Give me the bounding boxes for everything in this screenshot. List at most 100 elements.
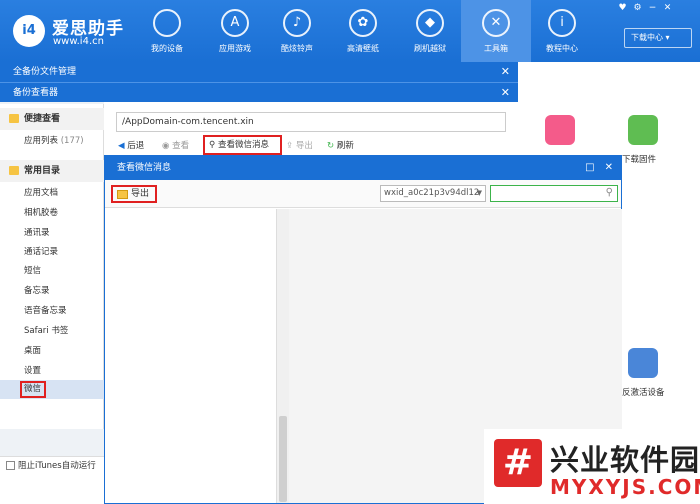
sidebar-item-camera-roll[interactable]: 相机胶卷: [0, 204, 104, 223]
download-center-label: 下载中心: [631, 33, 663, 42]
sidebar-item-contacts[interactable]: 通讯录: [0, 224, 104, 243]
nav-tutorials[interactable]: i 教程中心: [527, 0, 597, 62]
nav-label: 应用游戏: [219, 44, 251, 53]
music-tile-icon[interactable]: [545, 115, 575, 145]
sidebar-section-common-dirs: 常用目录: [0, 160, 104, 182]
sidebar-item-app-docs[interactable]: 应用文档: [0, 184, 104, 203]
backup-viewer-titlebar: 备份查看器 ✕: [0, 82, 518, 102]
checkbox-icon: [6, 461, 15, 470]
contact-list[interactable]: [105, 209, 277, 503]
chevron-down-icon: ▾: [665, 33, 670, 42]
search-input[interactable]: ⚲: [490, 185, 618, 202]
backup-manager-title: 全备份文件管理: [13, 67, 77, 77]
path-field[interactable]: /AppDomain-com.tencent.xin: [116, 112, 506, 132]
toolbar-export-label: 导出: [295, 141, 313, 151]
sidebar: 便捷查看 应用列表 (177) 常用目录 应用文档 相机胶卷 通讯录 通话记录 …: [0, 104, 104, 429]
refresh-button[interactable]: ↻ 刷新: [327, 138, 354, 154]
back-button[interactable]: ◀ 后退: [118, 138, 144, 154]
app-logo-icon: i4: [13, 15, 45, 47]
tools-icon: ✕: [482, 9, 510, 37]
box-icon: ◆: [416, 9, 444, 37]
item-count: (177): [60, 136, 84, 146]
nav-label: 高清壁纸: [347, 44, 379, 53]
arrow-left-icon: ◀: [118, 141, 125, 151]
sidebar-item-notes[interactable]: 备忘录: [0, 282, 104, 301]
deactivate-label: 反激活设备: [622, 388, 665, 398]
export-folder-icon: [117, 190, 128, 199]
top-bar: i4 爱思助手 www.i4.cn 我的设备 A 应用游戏 ♪ 酷炫铃声 ✿ 高…: [0, 0, 700, 62]
close-icon[interactable]: ✕: [660, 3, 675, 13]
block-itunes-option[interactable]: 阻止iTunes自动运行: [6, 459, 96, 471]
settings-icon[interactable]: ⚙: [630, 3, 645, 13]
watermark-logo-icon: #: [494, 439, 542, 487]
account-select[interactable]: wxid_a0c21p3v94dl12 ▼: [380, 185, 486, 202]
magnifier-icon: ⚲: [209, 140, 216, 150]
backup-manager-titlebar: 全备份文件管理 ✕: [0, 62, 518, 82]
nav-label: 酷炫铃声: [281, 44, 313, 53]
block-itunes-label: 阻止iTunes自动运行: [18, 461, 96, 471]
flower-icon: ✿: [349, 9, 377, 37]
window-controls: ♥ ⚙ − ✕: [615, 3, 697, 15]
item-label: 应用列表: [24, 136, 59, 146]
sidebar-item-wechat[interactable]: 微信: [0, 380, 104, 399]
view-wechat-label: 查看微信消息: [217, 140, 269, 150]
dialog-title: 查看微信消息: [117, 163, 172, 173]
refresh-icon: ↻: [327, 141, 335, 151]
close-icon[interactable]: ✕: [501, 62, 510, 82]
export-icon: ⇪: [286, 141, 294, 151]
deactivate-tile-icon[interactable]: [628, 348, 658, 378]
chevron-down-icon: ▼: [476, 189, 482, 197]
nav-label: 教程中心: [546, 44, 578, 53]
nav-toolbox[interactable]: ✕ 工具箱: [461, 0, 531, 62]
sidebar-item-app-list[interactable]: 应用列表 (177): [0, 132, 104, 151]
nav-label: 工具箱: [484, 44, 508, 53]
apple-icon: [153, 9, 181, 37]
sidebar-item-call-log[interactable]: 通话记录: [0, 243, 104, 262]
tshirt-icon[interactable]: ♥: [615, 3, 630, 13]
maximize-icon[interactable]: □: [585, 162, 594, 173]
nav-ringtones[interactable]: ♪ 酷炫铃声: [262, 0, 332, 62]
back-label: 后退: [127, 141, 145, 151]
dialog-controls: □ ✕: [575, 156, 613, 180]
appstore-icon: A: [221, 9, 249, 37]
dialog-toolbar: 导出 wxid_a0c21p3v94dl12 ▼ ⚲: [105, 180, 621, 208]
view-button[interactable]: ◉ 查看: [162, 138, 189, 154]
sidebar-item-safari-bookmarks[interactable]: Safari 书签: [0, 322, 104, 341]
watermark-text: 兴业软件园: [550, 443, 700, 477]
backup-viewer-title: 备份查看器: [13, 88, 59, 98]
sidebar-item-sms[interactable]: 短信: [0, 262, 104, 281]
watermark-domain: MYXYJS.COM: [550, 475, 700, 499]
export-label: 导出: [131, 189, 150, 199]
account-value: wxid_a0c21p3v94dl12: [384, 188, 480, 198]
download-center-button[interactable]: 下载中心 ▾: [624, 28, 692, 48]
wechat-highlight: [20, 381, 46, 398]
sidebar-item-settings[interactable]: 设置: [0, 362, 104, 381]
section-label: 便捷查看: [24, 114, 61, 124]
folder-icon: [9, 114, 19, 123]
bell-icon: ♪: [283, 9, 311, 37]
nav-my-device[interactable]: 我的设备: [132, 0, 202, 62]
view-label: 查看: [172, 141, 190, 151]
close-icon[interactable]: ✕: [501, 83, 510, 103]
firmware-tile-icon[interactable]: [628, 115, 658, 145]
sidebar-section-quick-view: 便捷查看: [0, 108, 104, 130]
app-url: www.i4.cn: [53, 36, 104, 47]
download-firmware-label: 下载固件: [622, 155, 657, 165]
scrollbar-thumb[interactable]: [279, 416, 287, 502]
info-icon: i: [548, 9, 576, 37]
section-label: 常用目录: [24, 166, 61, 176]
toolbar-export-button[interactable]: ⇪ 导出: [286, 138, 313, 154]
nav-flash-jailbreak[interactable]: ◆ 刷机越狱: [395, 0, 465, 62]
nav-label: 我的设备: [151, 44, 183, 53]
minimize-icon[interactable]: −: [645, 3, 660, 13]
nav-apps-games[interactable]: A 应用游戏: [200, 0, 270, 62]
nav-label: 刷机越狱: [414, 44, 446, 53]
export-button[interactable]: 导出: [111, 185, 157, 203]
watermark: # 兴业软件园 MYXYJS.COM: [484, 429, 700, 504]
sidebar-item-desktop[interactable]: 桌面: [0, 342, 104, 361]
view-wechat-button[interactable]: ⚲ 查看微信消息: [203, 135, 282, 155]
nav-wallpapers[interactable]: ✿ 高清壁纸: [328, 0, 398, 62]
search-icon: ⚲: [605, 187, 613, 198]
close-icon[interactable]: ✕: [605, 162, 613, 173]
sidebar-item-voice-memos[interactable]: 语音备忘录: [0, 302, 104, 321]
